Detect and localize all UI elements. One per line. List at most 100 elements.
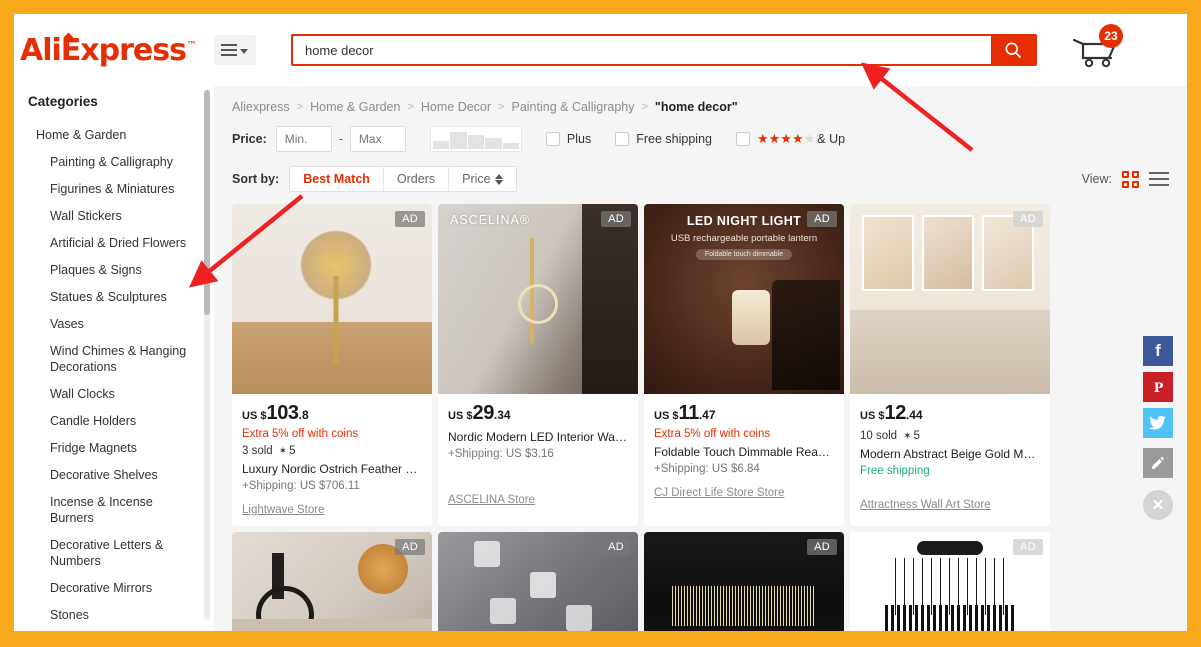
rating-value: 5: [913, 430, 920, 442]
product-title[interactable]: Luxury Nordic Ostrich Feather LED...: [242, 462, 422, 476]
sidebar-item-wind-chimes-hanging-decorations[interactable]: Wind Chimes & Hanging Decorations: [28, 337, 214, 380]
free-shipping-checkbox[interactable]: [615, 132, 630, 146]
svg-text:P: P: [1153, 380, 1163, 395]
product-shipping: +Shipping: US $3.16: [448, 448, 554, 460]
sort-tab-label: Orders: [396, 172, 436, 186]
sidebar-item-artificial-dried-flowers[interactable]: Artificial & Dried Flowers: [28, 229, 214, 256]
star-icon: ✶: [278, 446, 288, 457]
product-card[interactable]: AD: [644, 532, 844, 631]
twitter-icon[interactable]: [1143, 408, 1173, 438]
product-card[interactable]: AD US $12.44 10 sold ✶ 5 Modern Abstract Beig…: [850, 204, 1050, 526]
sidebar-item-decorative-shelves[interactable]: Decorative Shelves: [28, 461, 214, 488]
sort-tab-best-match[interactable]: Best Match: [290, 167, 384, 191]
pinterest-icon[interactable]: P: [1143, 372, 1173, 402]
rating-and-up-label: & Up: [817, 132, 846, 146]
product-image[interactable]: LED NIGHT LIGHT USB rechargeable portable…: [644, 204, 844, 394]
product-card[interactable]: AD US $103.8 Extra 5% off with coins 3 sold…: [232, 204, 432, 526]
sidebar-item-statues-sculptures[interactable]: Statues & Sculptures: [28, 283, 214, 310]
sidebar-item-decorative-mirrors[interactable]: Decorative Mirrors: [28, 574, 214, 601]
rating-value: 5: [289, 445, 296, 457]
product-card[interactable]: LED NIGHT LIGHT USB rechargeable portable…: [644, 204, 844, 526]
sidebar-item-wall-clocks[interactable]: Wall Clocks: [28, 380, 214, 407]
plus-checkbox[interactable]: [545, 132, 560, 146]
grid-view-icon[interactable]: [1122, 170, 1139, 188]
product-title[interactable]: Nordic Modern LED Interior Wall L...: [448, 430, 628, 444]
price-range-dash: -: [338, 132, 343, 146]
sidebar-item-home-garden[interactable]: Home & Garden: [28, 121, 214, 148]
shopping-cart-button[interactable]: 23: [1069, 24, 1123, 72]
sidebar-item-wall-stickers[interactable]: Wall Stickers: [28, 202, 214, 229]
breadcrumb-separator: >: [641, 101, 648, 113]
product-title[interactable]: Foldable Touch Dimmable Reading...: [654, 445, 834, 459]
sidebar-item-plaques-signs[interactable]: Plaques & Signs: [28, 256, 214, 283]
price-histogram[interactable]: [429, 126, 522, 152]
product-store-link[interactable]: Attractness Wall Art Store: [860, 499, 1040, 511]
star-icon: ✶: [903, 431, 912, 442]
cart-badge: 23: [1098, 24, 1123, 48]
price-min-input[interactable]: [275, 126, 332, 152]
facebook-icon[interactable]: f: [1143, 336, 1173, 366]
product-store-link[interactable]: CJ Direct Life Store Store: [654, 487, 834, 499]
search-button[interactable]: [990, 36, 1035, 64]
sidebar-item-stones[interactable]: Stones: [28, 601, 214, 628]
sort-tab-orders[interactable]: Orders: [383, 167, 450, 191]
breadcrumb-item[interactable]: Painting & Calligraphy: [511, 100, 634, 114]
sidebar-scrollbar-thumb[interactable]: [204, 90, 210, 315]
product-image[interactable]: AD: [850, 204, 1050, 394]
product-card[interactable]: AD: [850, 532, 1050, 631]
search-input[interactable]: [292, 36, 991, 64]
sort-tab-label: Best Match: [303, 172, 370, 186]
sidebar-item-label: Vases: [50, 316, 84, 331]
sidebar-item-painting-calligraphy[interactable]: Painting & Calligraphy: [28, 148, 214, 175]
sidebar-item-artificial-plants[interactable]: Artificial Plants: [28, 628, 214, 631]
sort-direction-icon[interactable]: [494, 173, 503, 185]
sidebar-scrollbar[interactable]: [204, 90, 210, 620]
categories-menu-button[interactable]: [213, 35, 256, 65]
product-price: US $103.8: [242, 402, 422, 425]
ad-badge: AD: [1013, 539, 1043, 555]
product-image[interactable]: AD: [644, 532, 844, 631]
product-store-link[interactable]: Lightwave Store: [242, 504, 422, 516]
product-image-feature-pill: Foldable touch dimmable: [695, 249, 793, 260]
product-card[interactable]: AD: [232, 532, 432, 631]
sort-tab-price[interactable]: Price: [449, 167, 516, 191]
product-card[interactable]: ASCELINA® AD US $29.34 Nordic Modern LED In…: [438, 204, 638, 526]
rating-filter[interactable]: ★★★★★ & Up: [736, 131, 845, 147]
list-view-icon[interactable]: [1149, 172, 1169, 186]
sidebar-item-label: Figurines & Miniatures: [50, 181, 175, 196]
price-histogram-bar: [502, 129, 519, 149]
coins-discount-label: Extra 5% off with coins: [242, 428, 359, 440]
aliexpress-logo[interactable]: AliExpress™: [20, 32, 204, 68]
product-shipping: Free shipping: [860, 465, 930, 477]
product-image[interactable]: AD: [850, 532, 1050, 631]
product-title[interactable]: Modern Abstract Beige Gold Marbl...: [860, 447, 1040, 461]
coins-discount-label: Extra 5% off with coins: [654, 428, 771, 440]
breadcrumb-item[interactable]: Aliexpress: [232, 100, 290, 114]
sidebar-item-fridge-magnets[interactable]: Fridge Magnets: [28, 434, 214, 461]
sidebar-item-label: Artificial & Dried Flowers: [50, 235, 187, 250]
free-shipping-filter[interactable]: Free shipping: [615, 132, 712, 146]
product-card[interactable]: AD: [438, 532, 638, 631]
sidebar-title: Categories: [28, 94, 98, 109]
rating-checkbox[interactable]: [736, 132, 750, 146]
price-integer: 12: [884, 402, 906, 424]
sidebar-item-vases[interactable]: Vases: [28, 310, 214, 337]
price-max-input[interactable]: [349, 126, 406, 152]
price-decimal: .34: [493, 408, 511, 422]
sidebar-item-label: Wind Chimes & Hanging Decorations: [50, 343, 187, 374]
close-icon[interactable]: ✕: [1143, 490, 1173, 520]
sidebar-item-decorative-letters-numbers[interactable]: Decorative Letters & Numbers: [28, 531, 214, 574]
product-image[interactable]: AD: [232, 532, 432, 631]
product-image[interactable]: AD: [438, 532, 638, 631]
product-image[interactable]: ASCELINA® AD: [438, 204, 638, 394]
price-integer: 103: [266, 402, 299, 424]
pencil-icon[interactable]: [1143, 448, 1173, 478]
plus-filter[interactable]: Plus: [545, 132, 591, 146]
sidebar-item-candle-holders[interactable]: Candle Holders: [28, 407, 214, 434]
product-store-link[interactable]: ASCELINA Store: [448, 494, 628, 506]
breadcrumb-item[interactable]: Home Decor: [421, 100, 491, 114]
sidebar-item-figurines-miniatures[interactable]: Figurines & Miniatures: [28, 175, 214, 202]
breadcrumb-item[interactable]: Home & Garden: [310, 100, 400, 114]
sidebar-item-incense-incense-burners[interactable]: Incense & Incense Burners: [28, 488, 214, 531]
product-image[interactable]: AD: [232, 204, 432, 394]
